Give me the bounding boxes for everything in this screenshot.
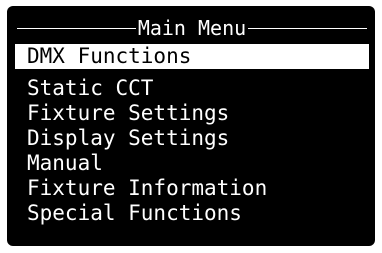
header-rule-left [17, 27, 136, 29]
menu-item-static-cct[interactable]: Static CCT [15, 76, 369, 101]
lcd-display: Main Menu DMX Functions Static CCT Fixtu… [7, 6, 375, 246]
main-menu-list: DMX Functions Static CCT Fixture Setting… [7, 44, 375, 226]
menu-item-dmx-functions[interactable]: DMX Functions [15, 44, 369, 69]
menu-item-fixture-information[interactable]: Fixture Information [15, 176, 369, 201]
menu-item-fixture-settings[interactable]: Fixture Settings [15, 101, 369, 126]
menu-item-manual[interactable]: Manual [15, 151, 369, 176]
menu-header: Main Menu [17, 16, 367, 40]
menu-item-special-functions[interactable]: Special Functions [15, 201, 369, 226]
menu-item-display-settings[interactable]: Display Settings [15, 126, 369, 151]
menu-title: Main Menu [137, 16, 247, 40]
header-rule-right [248, 27, 367, 29]
